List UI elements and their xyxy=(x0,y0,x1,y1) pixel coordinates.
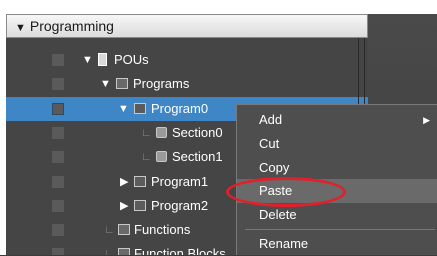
tree-connector: ∟ xyxy=(104,224,115,236)
collapse-triangle-icon[interactable]: ▼ xyxy=(15,22,26,34)
program-icon xyxy=(134,176,146,187)
programming-section-header[interactable]: ▼ Programming xyxy=(6,14,368,38)
highlight-ellipse xyxy=(226,177,346,207)
row-marker xyxy=(52,54,64,66)
row-marker xyxy=(52,151,64,163)
tree-label: Programs xyxy=(133,76,190,91)
window-frame: ▼ Programming ▼ POUs ▼ Programs ▼ Program… xyxy=(0,0,437,255)
program-icon xyxy=(134,200,146,211)
tree-label: Section0 xyxy=(172,125,223,140)
tree-connector: ∟ xyxy=(104,248,115,255)
row-marker xyxy=(52,127,64,139)
menu-item-rename[interactable]: Rename xyxy=(237,232,437,256)
functions-folder-icon xyxy=(118,224,130,235)
menu-separator xyxy=(245,229,435,230)
expand-triangle-icon[interactable]: ▼ xyxy=(82,48,93,72)
menu-item-add[interactable]: Add ▶ xyxy=(237,108,437,132)
submenu-arrow-icon: ▶ xyxy=(423,115,430,125)
tree-item-pous[interactable]: ▼ POUs xyxy=(6,48,368,72)
tree-label: Program2 xyxy=(151,198,209,213)
row-marker xyxy=(52,176,64,188)
tree-connector: ∟ xyxy=(141,127,152,139)
menu-item-delete[interactable]: Delete xyxy=(237,203,437,227)
menu-item-label: Rename xyxy=(259,236,309,251)
tree-label: Section1 xyxy=(172,149,223,164)
expand-triangle-icon[interactable]: ▼ xyxy=(118,97,129,121)
section-icon xyxy=(156,151,167,162)
menu-item-label: Cut xyxy=(259,136,280,151)
row-marker xyxy=(52,103,64,115)
section-title: Programming xyxy=(29,18,114,34)
pou-folder-icon xyxy=(98,53,107,66)
tree-label: POUs xyxy=(114,52,149,67)
section-icon xyxy=(156,127,167,138)
row-marker xyxy=(52,78,64,90)
menu-item-label: Copy xyxy=(259,160,290,175)
row-marker xyxy=(52,248,64,255)
menu-item-label: Add xyxy=(259,112,283,127)
function-blocks-folder-icon xyxy=(118,248,130,255)
row-marker xyxy=(52,224,64,236)
menu-item-label: Delete xyxy=(259,207,297,222)
tree-label: Functions xyxy=(134,222,191,237)
menu-item-copy[interactable]: Copy xyxy=(237,156,437,180)
tree-connector: ∟ xyxy=(141,151,152,163)
expand-triangle-icon[interactable]: ▶ xyxy=(120,170,128,194)
program-icon xyxy=(134,103,146,114)
row-marker xyxy=(52,200,64,212)
menu-item-cut[interactable]: Cut xyxy=(237,132,437,156)
programs-folder-icon xyxy=(116,78,128,89)
expand-triangle-icon[interactable]: ▼ xyxy=(100,72,111,96)
tree-label: Program0 xyxy=(151,101,209,116)
tree-label: Function Blocks xyxy=(134,246,226,255)
tree-label: Program1 xyxy=(151,174,209,189)
tree-item-programs[interactable]: ▼ Programs xyxy=(6,72,368,96)
expand-triangle-icon[interactable]: ▶ xyxy=(120,194,128,218)
